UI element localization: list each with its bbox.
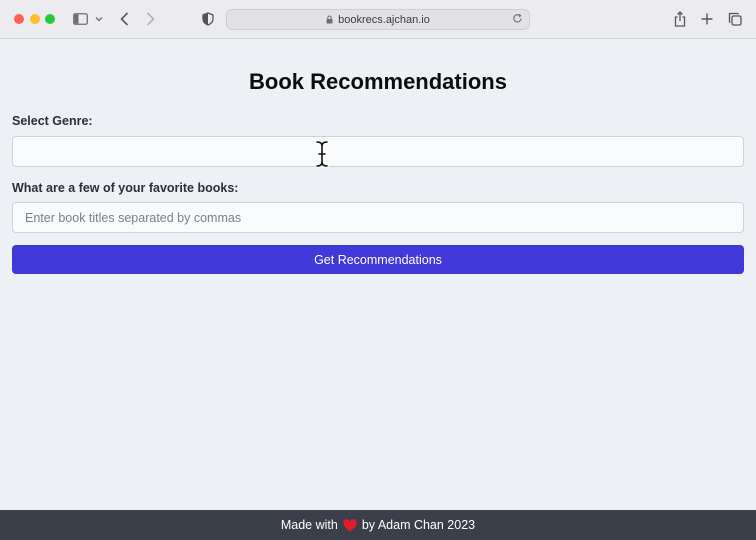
new-tab-icon[interactable] [700, 9, 714, 29]
page-title: Book Recommendations [249, 69, 507, 94]
tabs-overview-icon[interactable] [727, 9, 743, 29]
heart-icon [343, 518, 357, 532]
minimize-window-button[interactable] [30, 14, 40, 24]
chevron-down-icon[interactable] [94, 9, 104, 29]
genre-label: Select Genre: [12, 114, 93, 128]
lock-icon [326, 15, 333, 24]
reload-icon[interactable] [512, 13, 523, 24]
address-bar[interactable]: bookrecs.ajchan.io [226, 9, 530, 30]
url-text: bookrecs.ajchan.io [338, 13, 430, 26]
close-window-button[interactable] [14, 14, 24, 24]
shield-icon[interactable] [201, 9, 215, 29]
favorite-books-input[interactable] [12, 202, 744, 233]
footer: Made with by Adam Chan 2023 [0, 510, 756, 540]
get-recommendations-button[interactable]: Get Recommendations [12, 245, 744, 274]
forward-icon[interactable] [144, 9, 156, 29]
footer-suffix: by Adam Chan 2023 [361, 518, 476, 532]
browser-toolbar: bookrecs.ajchan.io [0, 0, 756, 39]
footer-prefix: Made with [280, 518, 338, 532]
share-icon[interactable] [673, 9, 687, 29]
sidebar-icon[interactable] [72, 9, 88, 29]
zoom-window-button[interactable] [45, 14, 55, 24]
favorite-books-label: What are a few of your favorite books: [12, 181, 239, 195]
back-icon[interactable] [118, 9, 130, 29]
genre-input[interactable] [12, 136, 744, 167]
text-cursor-icon [315, 140, 329, 173]
